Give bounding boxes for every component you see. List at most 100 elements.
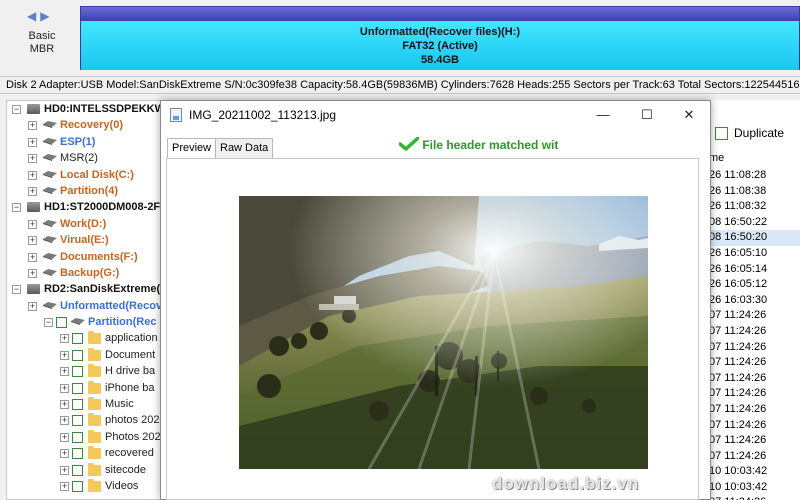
file-row[interactable]: 26 16:05:10 (707, 246, 800, 262)
tree-node[interactable]: + photos 202 (7, 412, 165, 428)
select-checkbox[interactable] (72, 415, 83, 427)
tree-node[interactable]: − HD0:INTELSSDPEKKW2 (7, 101, 165, 117)
expand-toggle-icon[interactable]: + (28, 137, 37, 147)
next-disk-arrow-icon[interactable]: ▶ (40, 9, 49, 23)
expand-toggle-icon[interactable]: + (28, 186, 37, 196)
preview-window[interactable]: IMG_20211002_113213.jpg — ☐ ✕ Preview Ra… (160, 100, 711, 500)
expand-toggle-icon[interactable]: + (28, 154, 37, 164)
expand-toggle-icon[interactable]: + (60, 350, 69, 360)
file-row[interactable]: 26 16:05:14 (707, 262, 800, 278)
file-row[interactable]: 07 11:24:26 (707, 495, 800, 500)
expand-toggle-icon[interactable]: + (60, 481, 69, 491)
disk-nav[interactable]: ◀ ▶ (27, 9, 53, 23)
file-list[interactable]: Duplicate me 26 11:08:28 26 11:08:38 26 11… (706, 100, 800, 500)
tree-node[interactable]: − RD2:SanDiskExtreme(5 (7, 281, 165, 297)
tree-node[interactable]: + Document (7, 347, 165, 363)
expand-toggle-icon[interactable]: + (28, 219, 37, 229)
tree-node[interactable]: + Local Disk(C:) (7, 167, 165, 183)
expand-toggle-icon[interactable]: + (60, 465, 69, 475)
tree-node[interactable]: + Unformatted(Recov (7, 298, 165, 314)
tree-node[interactable]: − Partition(Rec (7, 314, 165, 330)
tab-raw-data[interactable]: Raw Data (215, 138, 274, 158)
expand-toggle-icon[interactable]: + (28, 121, 37, 131)
collapse-toggle-icon[interactable]: − (12, 203, 21, 213)
select-checkbox[interactable] (72, 448, 83, 460)
expand-toggle-icon[interactable]: + (28, 268, 37, 278)
file-row[interactable]: 07 11:24:26 (707, 402, 800, 418)
file-row[interactable]: 07 11:24:26 (707, 324, 800, 340)
expand-toggle-icon[interactable]: + (60, 334, 69, 344)
expand-toggle-icon[interactable]: + (60, 383, 69, 393)
file-row[interactable]: 26 11:08:38 (707, 184, 800, 200)
file-row[interactable]: 07 11:24:26 (707, 308, 800, 324)
tab-preview[interactable]: Preview (167, 138, 217, 159)
tree-node[interactable]: + Documents(F:) (7, 249, 165, 265)
select-checkbox[interactable] (72, 431, 83, 443)
duplicate-checkbox[interactable] (715, 127, 728, 141)
select-checkbox[interactable] (72, 333, 83, 345)
file-row[interactable]: 07 11:24:26 (707, 433, 800, 449)
file-row[interactable]: 07 11:24:26 (707, 386, 800, 402)
tree-node[interactable]: + Virual(E:) (7, 232, 165, 248)
select-checkbox[interactable] (72, 382, 83, 394)
tree-node[interactable]: + application (7, 330, 165, 346)
partition-body[interactable]: Unformatted(Recover files)(H:) FAT32 (Ac… (81, 21, 799, 70)
tree-node[interactable]: + MSR(2) (7, 150, 165, 166)
file-row[interactable]: 26 16:05:12 (707, 277, 800, 293)
select-checkbox[interactable] (72, 464, 83, 476)
tree-node[interactable]: + recovered (7, 445, 165, 461)
tree-node[interactable]: + iPhone ba (7, 380, 165, 396)
file-row[interactable]: 26 16:03:30 (707, 293, 800, 309)
expand-toggle-icon[interactable]: + (28, 170, 37, 180)
close-button[interactable]: ✕ (669, 101, 709, 129)
collapse-toggle-icon[interactable]: − (12, 285, 21, 295)
file-row[interactable]: 26 11:08:28 (707, 168, 800, 184)
collapse-toggle-icon[interactable]: − (12, 105, 21, 114)
tree-node[interactable]: + Videos (7, 478, 165, 494)
file-row[interactable]: 08 16:50:22 (707, 215, 800, 231)
tree-node[interactable]: + H drive ba (7, 363, 165, 379)
tree-node[interactable]: + Work(D:) (7, 216, 165, 232)
expand-toggle-icon[interactable]: + (60, 400, 69, 410)
file-row[interactable]: 07 11:24:26 (707, 340, 800, 356)
expand-toggle-icon[interactable]: + (28, 301, 37, 311)
file-row[interactable]: 07 11:24:26 (707, 449, 800, 465)
preview-titlebar[interactable]: IMG_20211002_113213.jpg — ☐ ✕ (161, 101, 710, 129)
collapse-toggle-icon[interactable]: − (44, 318, 53, 328)
expand-toggle-icon[interactable]: + (28, 252, 37, 262)
maximize-button[interactable]: ☐ (627, 101, 667, 129)
duplicate-filter[interactable]: Duplicate (715, 124, 784, 144)
file-row[interactable]: 10 10:03:42 (707, 464, 800, 480)
tree-node[interactable]: + Backup(G:) (7, 265, 165, 281)
disk-type: Basic MBR (20, 30, 64, 56)
select-checkbox[interactable] (56, 317, 67, 329)
prev-disk-arrow-icon[interactable]: ◀ (27, 9, 36, 23)
partition-bar[interactable]: Unformatted(Recover files)(H:) FAT32 (Ac… (80, 6, 800, 70)
file-row[interactable]: 07 11:24:26 (707, 371, 800, 387)
tree-node[interactable]: + Music (7, 396, 165, 412)
tree-node[interactable]: + Photos 202 (7, 429, 165, 445)
expand-toggle-icon[interactable]: + (60, 432, 69, 442)
tree-node[interactable]: + sitecode (7, 462, 165, 478)
tree-node[interactable]: − HD1:ST2000DM008-2F (7, 199, 165, 215)
expand-toggle-icon[interactable]: + (60, 449, 69, 459)
expand-toggle-icon[interactable]: + (28, 236, 37, 246)
select-checkbox[interactable] (72, 399, 83, 411)
expand-toggle-icon[interactable]: + (60, 416, 69, 426)
file-row[interactable]: 08 16:50:20 (707, 230, 800, 246)
select-checkbox[interactable] (72, 366, 83, 378)
tree-node[interactable]: + Partition(4) (7, 183, 165, 199)
expand-toggle-icon[interactable]: + (60, 367, 69, 377)
disk-tree[interactable]: − HD0:INTELSSDPEKKW2 + Recovery(0) + ESP(1) + M… (6, 100, 166, 500)
file-row[interactable]: 26 11:08:32 (707, 199, 800, 215)
file-row[interactable]: 07 11:24:26 (707, 355, 800, 371)
tree-node[interactable]: + ESP(1) (7, 134, 165, 150)
minimize-button[interactable]: — (583, 101, 623, 129)
select-checkbox[interactable] (72, 480, 83, 492)
tree-node-label: Work(D:) (60, 217, 107, 230)
select-checkbox[interactable] (72, 349, 83, 361)
file-row[interactable]: 10 10:03:42 (707, 480, 800, 496)
tree-node[interactable]: + Recovery(0) (7, 117, 165, 133)
file-row[interactable]: 07 11:24:26 (707, 418, 800, 434)
column-header-modified-time[interactable]: me (707, 150, 800, 166)
